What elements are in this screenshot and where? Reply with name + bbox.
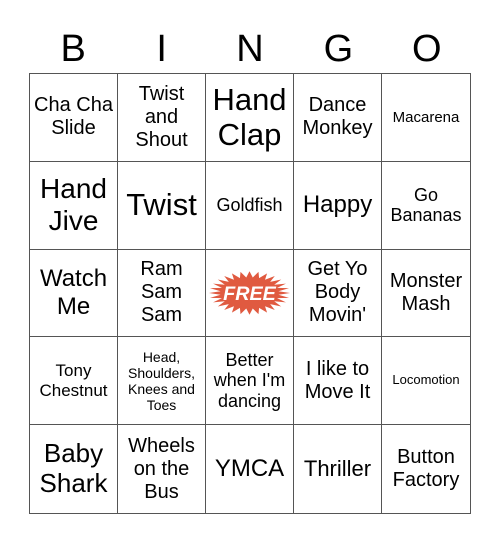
bingo-header: B I N G O — [29, 24, 471, 74]
bingo-cell[interactable]: Tony Chestnut — [30, 337, 118, 426]
bingo-cell[interactable]: Goldfish — [206, 161, 294, 250]
bingo-cell[interactable]: Twist — [118, 161, 206, 250]
bingo-cell[interactable]: Hand Jive — [30, 161, 118, 250]
header-letter: G — [323, 28, 354, 70]
bingo-cell[interactable]: Baby Shark — [30, 425, 118, 513]
bingo-cell[interactable]: YMCA — [206, 425, 294, 513]
bingo-cell[interactable]: Get Yo Body Movin' — [294, 249, 382, 338]
bingo-cell[interactable]: Happy — [294, 161, 382, 250]
free-label: FREE — [223, 283, 277, 305]
bingo-cell[interactable]: Go Bananas — [382, 162, 470, 250]
bingo-cell[interactable]: Head, Shoulders, Knees and Toes — [118, 337, 206, 426]
free-starburst-icon: FREE — [208, 271, 291, 315]
bingo-cell[interactable]: Thriller — [294, 425, 382, 513]
bingo-cell[interactable]: I like to Move It — [294, 337, 382, 426]
header-letter: O — [412, 28, 442, 70]
bingo-cell[interactable]: Ram Sam Sam — [118, 249, 206, 338]
bingo-cell[interactable]: Button Factory — [382, 425, 470, 513]
header-letter: N — [236, 28, 264, 70]
free-space-cell[interactable]: FREE — [206, 249, 294, 338]
bingo-cell[interactable]: Hand Clap — [206, 74, 294, 162]
bingo-cell[interactable]: Wheels on the Bus — [118, 425, 206, 513]
header-letter: B — [60, 28, 86, 70]
bingo-cell[interactable]: Dance Monkey — [294, 74, 382, 162]
bingo-cell[interactable]: Macarena — [382, 74, 470, 162]
header-letter: I — [156, 28, 167, 70]
bingo-cell[interactable]: Better when I'm dancing — [206, 337, 294, 426]
bingo-grid: Cha Cha Slide Twist and Shout Hand Clap … — [29, 73, 471, 514]
bingo-cell[interactable]: Watch Me — [30, 249, 118, 338]
bingo-cell[interactable]: Cha Cha Slide — [30, 74, 118, 162]
bingo-cell[interactable]: Locomotion — [382, 337, 470, 426]
bingo-cell[interactable]: Twist and Shout — [118, 74, 206, 162]
bingo-cell[interactable]: Monster Mash — [382, 250, 470, 338]
